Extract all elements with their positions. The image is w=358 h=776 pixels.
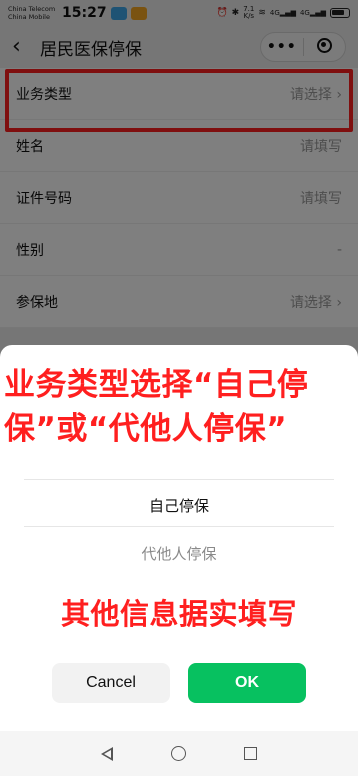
system-navigation-bar [0, 731, 358, 776]
ok-button[interactable]: OK [188, 663, 306, 703]
option-divider [24, 479, 334, 480]
system-back-icon[interactable] [101, 746, 113, 761]
system-recents-icon[interactable] [244, 747, 257, 760]
option-suspend-for-others[interactable]: 代他人停保 [0, 543, 358, 564]
system-home-icon[interactable] [171, 746, 186, 761]
annotation-text-bottom: 其他信息据实填写 [60, 597, 297, 631]
annotation-text-top: 业务类型选择“自己停保”或“代他人停保” [4, 367, 309, 447]
option-divider [24, 526, 334, 527]
action-sheet: 业务类型选择“自己停保”或“代他人停保” 自己停保 代他人停保 其他信息据实填写… [0, 345, 358, 731]
cancel-button[interactable]: Cancel [52, 663, 170, 703]
option-self-suspend[interactable]: 自己停保 [0, 495, 358, 516]
